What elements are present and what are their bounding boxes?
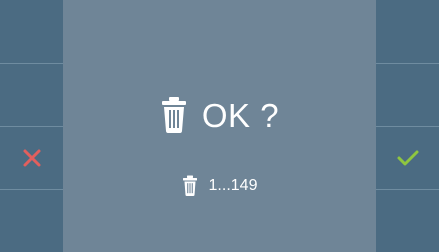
trash-icon	[160, 96, 188, 134]
cancel-button[interactable]	[0, 126, 63, 189]
delete-range-text: 1...149	[208, 177, 258, 194]
delete-range-row: 1...149	[63, 175, 376, 197]
right-control-column	[376, 0, 439, 252]
close-icon	[22, 148, 42, 168]
left-slot-1	[0, 0, 63, 63]
left-slot-4	[0, 189, 63, 252]
confirmation-heading-row: OK ?	[63, 96, 376, 134]
trash-icon	[182, 175, 198, 197]
right-slot-2	[376, 63, 439, 126]
right-slot-1	[376, 0, 439, 63]
check-icon	[396, 148, 420, 168]
confirmation-title: OK ?	[201, 96, 280, 134]
left-slot-2	[0, 63, 63, 126]
confirm-button[interactable]	[376, 126, 439, 189]
delete-confirmation-panel: OK ? 1...149	[63, 0, 376, 252]
left-control-column	[0, 0, 63, 252]
device-screen: OK ? 1...149	[0, 0, 439, 252]
right-slot-4	[376, 189, 439, 252]
